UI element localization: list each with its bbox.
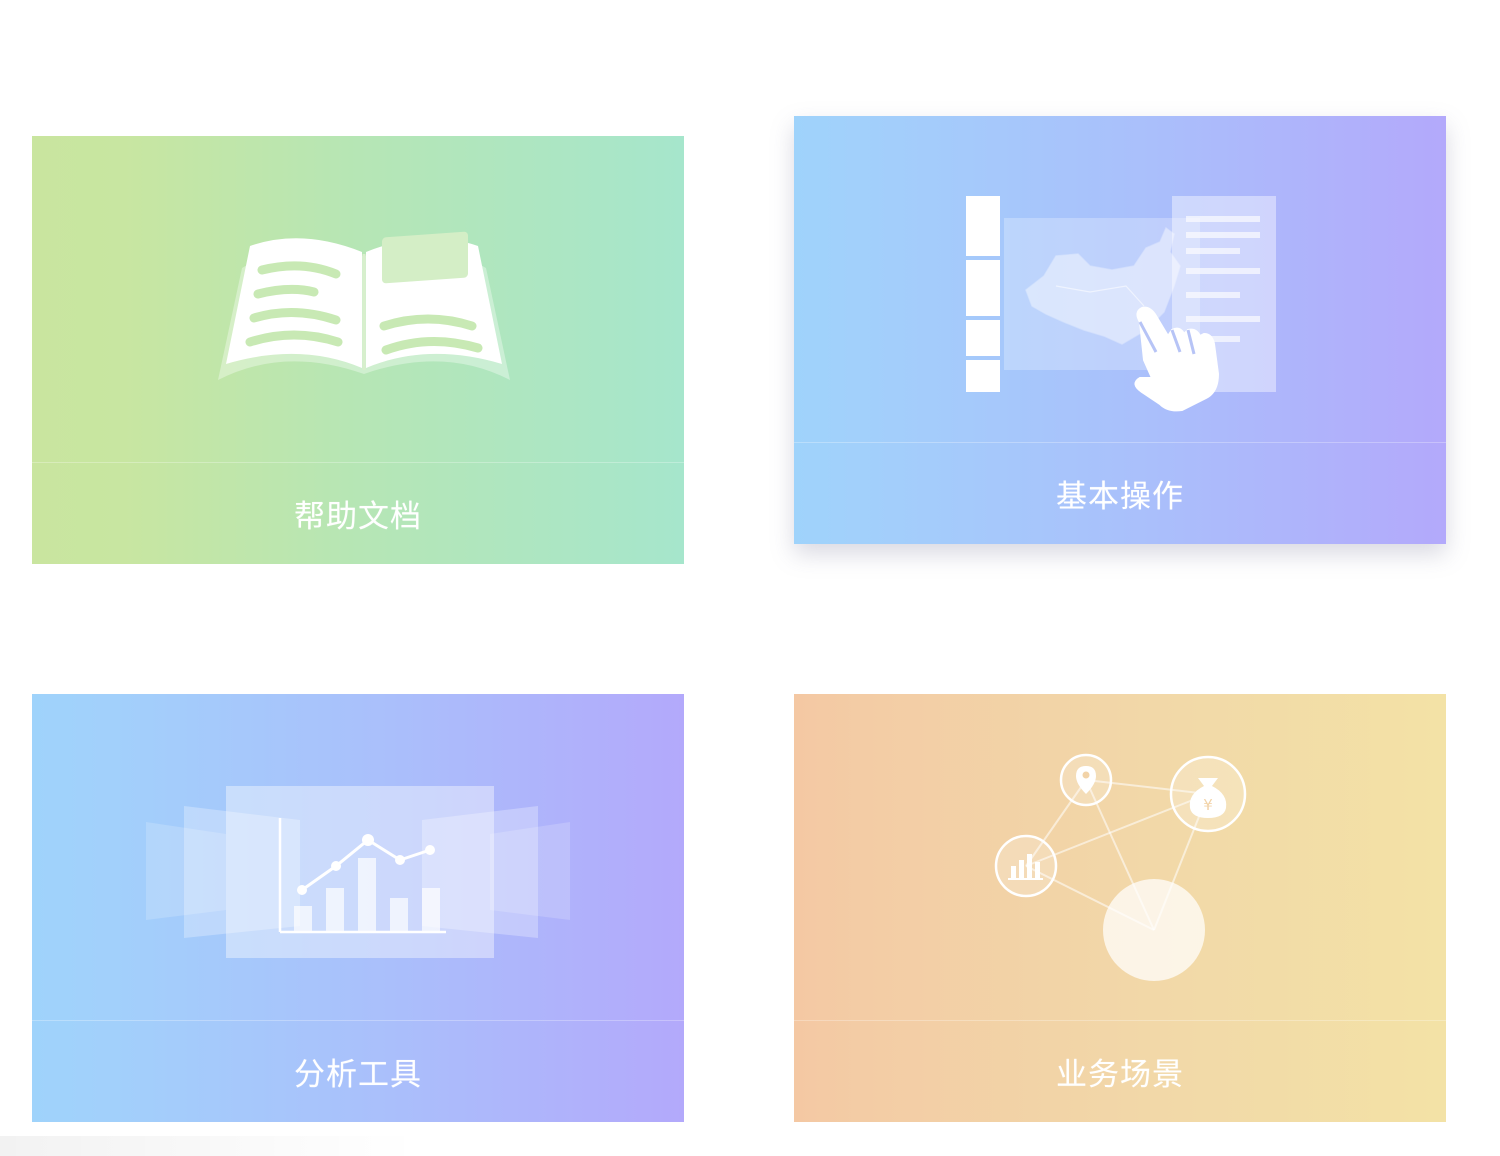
money-symbol: ¥	[1203, 796, 1213, 814]
analysis-tools-label: 分析工具	[294, 1057, 422, 1093]
business-scene-label: 业务场景	[1056, 1057, 1184, 1093]
map-interaction-icon	[966, 196, 1276, 412]
card-grid: 帮助文档 基本操作 分析工具 ¥ 业务场景	[0, 0, 1500, 1156]
network-nodes-icon: ¥	[994, 753, 1247, 981]
help-docs-label: 帮助文档	[294, 499, 422, 535]
scroll-shadow	[0, 1136, 420, 1156]
basic-ops-card[interactable]: 基本操作	[794, 116, 1446, 544]
chart-panels-icon	[146, 786, 570, 958]
help-docs-card[interactable]: 帮助文档	[32, 136, 684, 564]
basic-ops-label: 基本操作	[1056, 479, 1184, 515]
business-scene-card[interactable]: ¥ 业务场景	[794, 694, 1446, 1122]
open-book-icon	[218, 231, 510, 380]
analysis-tools-card[interactable]: 分析工具	[32, 694, 684, 1122]
